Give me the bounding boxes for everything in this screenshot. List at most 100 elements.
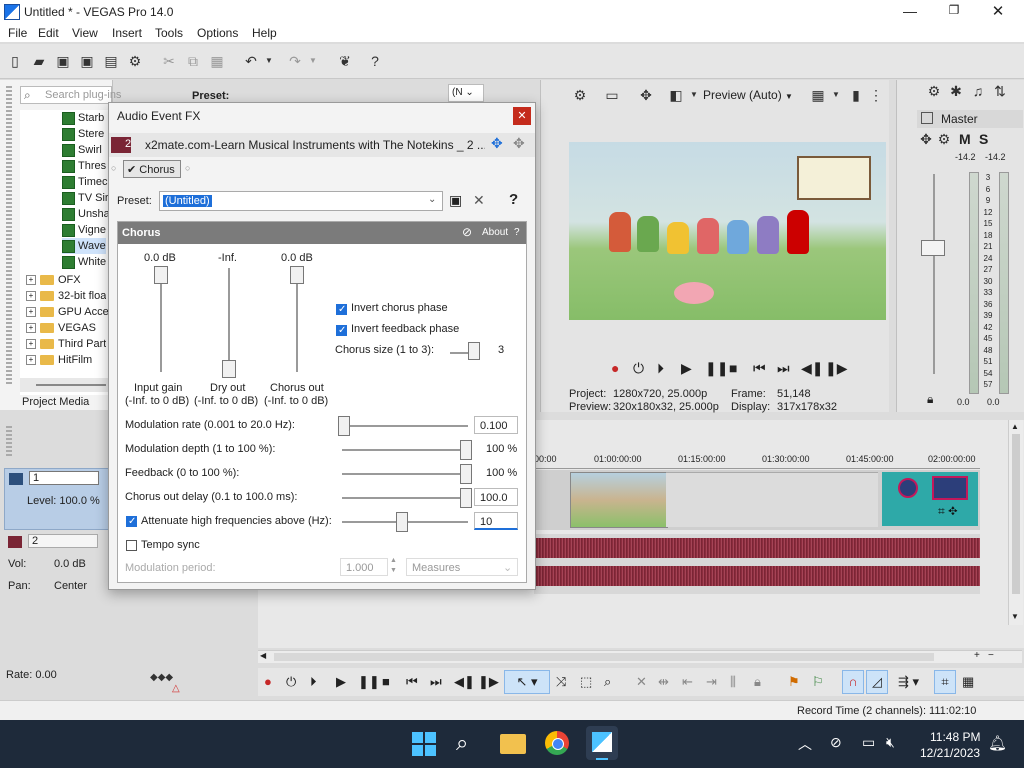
master-dim-icon[interactable]: ⇅ xyxy=(991,82,1009,100)
grid-icon[interactable]: ▦ xyxy=(809,86,827,104)
undo-icon[interactable]: ↶ xyxy=(242,52,260,70)
menu-options[interactable]: Options xyxy=(197,26,238,40)
undo-dropdown-icon[interactable]: ▼ xyxy=(260,52,278,70)
master-route-icon[interactable]: ✥ xyxy=(917,130,935,148)
master-fx-icon[interactable]: ✱ xyxy=(947,82,965,100)
scroll-down-icon[interactable]: ▼ xyxy=(1011,612,1019,621)
previous-frame-icon[interactable]: ◀❚ xyxy=(801,360,824,377)
close-window-button[interactable]: ✕ xyxy=(988,2,1008,20)
modulation-rate-slider[interactable] xyxy=(338,416,350,436)
expand-icon[interactable]: + xyxy=(26,355,36,366)
delete-icon[interactable]: ✕ xyxy=(636,674,647,690)
event-fx-icon[interactable]: ❦ xyxy=(336,52,354,70)
plugin-search-box[interactable]: ⌕ Search plug-ins xyxy=(20,86,121,104)
chorus-out-delay-slider[interactable] xyxy=(460,488,472,508)
scroll-thumb[interactable] xyxy=(36,384,106,386)
save-as-icon[interactable]: ▣ xyxy=(78,52,96,70)
volume-icon[interactable]: 🔇︎ xyxy=(886,734,895,751)
audio-track-header[interactable]: 2 Vol: 0.0 dB Pan: Center xyxy=(4,534,110,600)
chorus-out-slider[interactable] xyxy=(290,266,304,284)
attenuate-slider[interactable] xyxy=(396,512,408,532)
tempo-sync-checkbox[interactable] xyxy=(126,540,137,551)
vegas-taskbar-icon[interactable] xyxy=(586,726,618,760)
preset-combo-fragment[interactable]: (N ⌄ xyxy=(448,84,484,102)
panel-grip[interactable] xyxy=(6,86,12,386)
video-event-thumbnail[interactable] xyxy=(570,472,668,528)
pause-icon[interactable]: ❚❚ xyxy=(358,674,380,690)
go-to-start-icon[interactable]: ⏮ xyxy=(406,674,418,690)
pause-icon[interactable]: ❚❚ xyxy=(705,360,728,377)
taskbar-date[interactable]: 12/21/2023 xyxy=(920,746,980,760)
envelope-tool-icon[interactable]: ⤨ xyxy=(556,674,566,690)
scroll-thumb[interactable] xyxy=(1012,434,1020,594)
render-icon[interactable]: ▤ xyxy=(102,52,120,70)
menu-file[interactable]: File xyxy=(8,26,27,40)
plugin-item[interactable]: Unsha xyxy=(62,206,110,222)
timeline-vscroll[interactable]: ▲ ▼ xyxy=(1008,420,1023,625)
auto-crossfade-icon[interactable]: ◿ xyxy=(866,670,888,694)
network-icon[interactable]: ⊘ xyxy=(830,734,842,751)
zoom-out-icon[interactable]: − xyxy=(988,650,994,661)
marker-icon[interactable]: ⚑ xyxy=(788,674,800,690)
new-icon[interactable]: ▯ xyxy=(6,52,24,70)
record-icon[interactable]: ● xyxy=(611,360,619,376)
plugin-folder[interactable]: + GPU Acce xyxy=(26,304,109,320)
preview-gear-icon[interactable]: ⚙ xyxy=(571,86,589,104)
redo-icon[interactable]: ↷ xyxy=(286,52,304,70)
save-icon[interactable]: ▣ xyxy=(54,52,72,70)
crop-icon[interactable]: ⌗ ✥ xyxy=(938,504,958,519)
scroll-left-icon[interactable]: ◀ xyxy=(260,651,266,660)
go-to-end-icon[interactable]: ⏭ xyxy=(430,674,442,690)
selection-tool-icon[interactable]: ⬚ xyxy=(580,674,592,690)
whats-this-help-icon[interactable]: ? xyxy=(366,52,384,70)
next-frame-icon[interactable]: ❚▶ xyxy=(825,360,848,377)
preview-quality-dropdown[interactable]: Preview (Auto) ▼ xyxy=(703,88,793,102)
grid-dropdown-icon[interactable]: ▼ xyxy=(827,86,845,104)
cut-icon[interactable]: ✂ xyxy=(160,52,178,70)
master-solo-button[interactable]: S xyxy=(979,131,988,147)
plugin-item[interactable]: Stere xyxy=(62,126,104,142)
plugin-item[interactable]: White xyxy=(62,254,106,270)
save-preset-icon[interactable]: ▣ xyxy=(449,192,462,209)
zoom-tool-icon[interactable]: ⌕ xyxy=(604,674,611,690)
help-icon[interactable]: ? xyxy=(509,191,518,208)
video-event-clip[interactable] xyxy=(666,472,878,527)
copy-snapshot-icon[interactable]: ▮ xyxy=(847,86,865,104)
scroll-thumb[interactable] xyxy=(274,653,934,661)
preset-combo[interactable]: (Untitled) ⌄ xyxy=(159,191,443,211)
normal-edit-tool-icon[interactable]: ↖ ▾ xyxy=(504,670,550,694)
plugin-hscroll[interactable] xyxy=(20,378,112,392)
split-icon[interactable]: ⫼ xyxy=(730,674,736,690)
maximize-button[interactable]: ❐ xyxy=(944,3,964,19)
paste-icon[interactable]: ▦ xyxy=(208,52,226,70)
next-frame-icon[interactable]: ❚▶ xyxy=(478,674,499,690)
previous-frame-icon[interactable]: ◀❚ xyxy=(454,674,475,690)
remove-plugin-icon[interactable]: ✥ xyxy=(513,135,525,152)
chorus-out-delay-input[interactable]: 100.0 xyxy=(474,488,518,506)
go-to-end-icon[interactable]: ⏭ xyxy=(777,360,790,377)
master-mute-button[interactable]: M xyxy=(959,131,971,147)
loop-icon[interactable]: ⏻ xyxy=(633,360,644,377)
chorus-chain-button[interactable]: ✔ Chorus xyxy=(123,160,181,178)
play-from-start-icon[interactable]: ⏵ xyxy=(310,674,317,690)
record-icon[interactable]: ● xyxy=(264,674,272,689)
measures-dropdown[interactable]: Measures ⌄ xyxy=(406,558,518,576)
master-mute-icon[interactable]: ♫ xyxy=(969,82,987,100)
master-fader-thumb[interactable] xyxy=(921,240,945,256)
chrome-icon[interactable] xyxy=(545,731,569,755)
expand-icon[interactable]: + xyxy=(26,291,36,302)
file-explorer-icon[interactable] xyxy=(500,734,526,754)
modulation-rate-input[interactable]: 0.100 xyxy=(474,416,518,434)
attenuate-checkbox[interactable] xyxy=(126,516,137,527)
invert-chorus-phase-checkbox[interactable] xyxy=(336,304,347,315)
menu-view[interactable]: View xyxy=(72,26,98,40)
menu-help[interactable]: Help xyxy=(252,26,277,40)
chorus-enabled-check-icon[interactable]: ✔ xyxy=(127,164,136,176)
about-help-icon[interactable]: ? xyxy=(514,227,520,238)
expand-icon[interactable]: + xyxy=(26,275,36,286)
expand-icon[interactable]: + xyxy=(26,339,36,350)
about-link[interactable]: About xyxy=(482,227,508,238)
overlay-icon[interactable]: ◧ xyxy=(667,86,685,104)
dry-out-slider[interactable] xyxy=(222,360,236,378)
modulation-period-spinner-icon[interactable]: ▲ ▼ xyxy=(390,556,397,576)
